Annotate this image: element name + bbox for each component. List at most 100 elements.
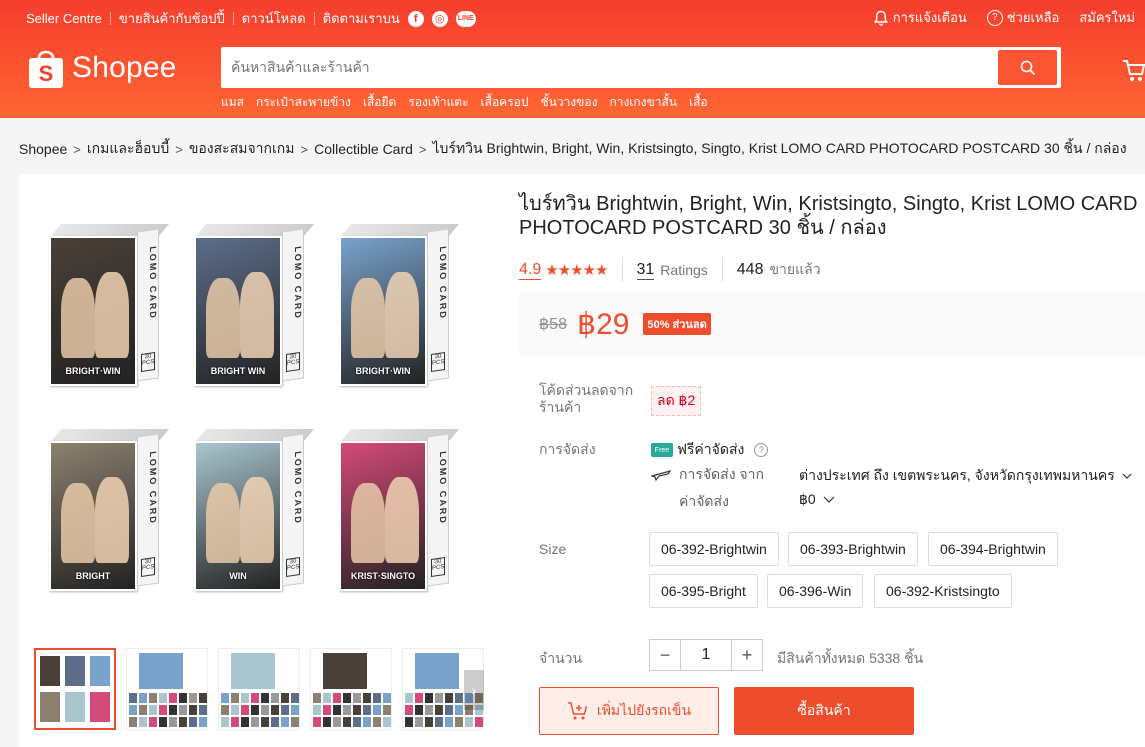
box-front-photo: WIN (194, 441, 282, 591)
product-thumbnail[interactable] (126, 648, 208, 730)
thumb-card (363, 693, 371, 703)
ratings-label: Ratings (660, 262, 708, 278)
free-shipping-icon: Free (651, 443, 673, 457)
signup-link[interactable]: สมัครใหม่ (1079, 7, 1135, 28)
shipping-fee-select[interactable]: ฿0 (799, 491, 835, 508)
thumb-card (323, 717, 331, 727)
search-input[interactable] (231, 54, 991, 80)
search-button[interactable] (998, 50, 1057, 85)
thumb-card (435, 693, 443, 703)
thumb-card (343, 717, 351, 727)
thumb-card (231, 705, 239, 715)
thumb-card (231, 693, 239, 703)
thumb-card (199, 717, 207, 727)
ratings-count[interactable]: 31 (636, 261, 655, 280)
follow-us-label: ติดตามเราบน (322, 11, 400, 26)
hint-link[interactable]: กระเป๋าสะพายข้าง (256, 93, 351, 112)
size-option[interactable]: 06-392-Brightwin (649, 532, 779, 566)
product-thumbnail[interactable] (218, 648, 300, 730)
question-icon[interactable]: ? (754, 443, 769, 457)
quantity-input[interactable]: 1 (681, 639, 731, 671)
main-product-image[interactable]: BRIGHT·WIN LOMO CARD 30 PCS BRIGHT WIN LOMO … (49, 224, 469, 604)
breadcrumb-home[interactable]: Shopee (19, 141, 67, 157)
size-option[interactable]: 06-395-Bright (649, 574, 758, 608)
person-figure (351, 278, 385, 358)
hint-link[interactable]: แมส (221, 93, 244, 112)
size-option[interactable]: 06-392-Kristsingto (874, 574, 1012, 608)
thumb-card (445, 705, 453, 715)
notifications-link[interactable]: การแจ้งเตือน (873, 7, 967, 28)
thumb-card (179, 705, 187, 715)
thumb-card (465, 717, 473, 727)
chevron-down-icon (1122, 473, 1132, 479)
cart-icon[interactable] (1122, 58, 1145, 84)
quantity-increase-button[interactable]: + (731, 639, 763, 671)
thumb-card (281, 717, 289, 727)
thumb-card (291, 717, 299, 727)
add-to-cart-button[interactable]: เพิ่มไปยังรถเข็น (539, 687, 719, 735)
price-section: ฿58 ฿29 50% ส่วนลด (519, 292, 1145, 356)
thumb-card (405, 705, 413, 715)
thumb-card (425, 705, 433, 715)
person-figure (61, 483, 95, 563)
quantity-decrease-button[interactable]: − (649, 639, 681, 671)
box-caption: WIN (229, 571, 247, 581)
rating-score[interactable]: 4.9 (519, 261, 542, 280)
chevron-right-icon: > (418, 141, 427, 157)
breadcrumb-subcategory[interactable]: ของสะสมจากเกม (189, 138, 295, 160)
hint-link[interactable]: ชั้นวางของ (540, 93, 597, 112)
hint-link[interactable]: เสื้อ (689, 93, 708, 112)
voucher-label: โค้ดส่วนลดจากร้านค้า (539, 382, 634, 415)
shipping-location-select[interactable]: ต่างประเทศ ถึง เขตพระนคร, จังหวัดกรุงเทพ… (799, 465, 1132, 487)
thumb-card (241, 717, 249, 727)
size-option[interactable]: 06-396-Win (767, 574, 864, 608)
breadcrumb-category[interactable]: เกมและฮ็อบบี้ (87, 138, 169, 160)
hint-link[interactable]: เสื้อครอป (481, 93, 529, 112)
thumb-card (383, 705, 391, 715)
hint-link[interactable]: กางเกงขาสั้น (609, 93, 677, 112)
help-link[interactable]: ? ช่วยเหลือ (986, 7, 1059, 28)
thumb-card (363, 717, 371, 727)
thumb-card (445, 717, 453, 727)
line-icon[interactable]: LINE (455, 10, 476, 27)
facebook-icon[interactable]: f (407, 10, 424, 27)
thumb-card (261, 705, 269, 715)
thumb-card (271, 693, 279, 703)
product-thumbnail[interactable] (310, 648, 392, 730)
product-thumbnail[interactable] (34, 648, 116, 730)
shopee-logo[interactable]: S Shopee (27, 46, 177, 90)
current-price: ฿29 (576, 307, 630, 341)
chevron-down-icon (823, 496, 835, 503)
download-link[interactable]: ดาวน์โหลด (242, 8, 306, 29)
thumb-card (169, 705, 177, 715)
thumb-card (353, 717, 361, 727)
size-option[interactable]: 06-393-Brightwin (788, 532, 918, 566)
notifications-label: การแจ้งเตือน (892, 10, 967, 25)
hint-link[interactable]: รองเท้าแตะ (408, 93, 468, 112)
stock-available: มีสินค้าทั้งหมด 5338 ชิ้น (777, 650, 924, 666)
thumb-next-arrow[interactable]: › (464, 670, 484, 710)
voucher-chip[interactable]: ลด ฿2 (651, 386, 702, 416)
person-figure (385, 272, 419, 358)
thumb-mini-box (90, 656, 110, 686)
divider (109, 12, 111, 25)
sell-on-shopee-link[interactable]: ขายสินค้ากับช้อปปี้ (119, 8, 225, 29)
divider (313, 12, 315, 25)
hint-link[interactable]: เสื้อยืด (363, 93, 396, 112)
breadcrumb-collectible-card[interactable]: Collectible Card (314, 141, 413, 157)
thumb-card (363, 705, 371, 715)
breadcrumb-current: ไบร์ทวิน Brightwin, Bright, Win, Kristsi… (432, 140, 1127, 156)
ship-from: การจัดส่ง จาก (651, 464, 764, 486)
thumb-card (189, 717, 197, 727)
thumb-card (251, 717, 259, 727)
thumb-card (313, 693, 321, 703)
instagram-icon[interactable]: ◎ (431, 10, 448, 27)
thumb-card (129, 693, 137, 703)
person-figure (351, 483, 385, 563)
size-option[interactable]: 06-394-Brightwin (928, 532, 1058, 566)
chevron-right-icon: > (300, 141, 309, 157)
buy-now-button[interactable]: ซื้อสินค้า (734, 687, 914, 735)
seller-centre-link[interactable]: Seller Centre (26, 11, 102, 26)
thumb-card (313, 717, 321, 727)
box-front-photo: BRIGHT (49, 441, 137, 591)
